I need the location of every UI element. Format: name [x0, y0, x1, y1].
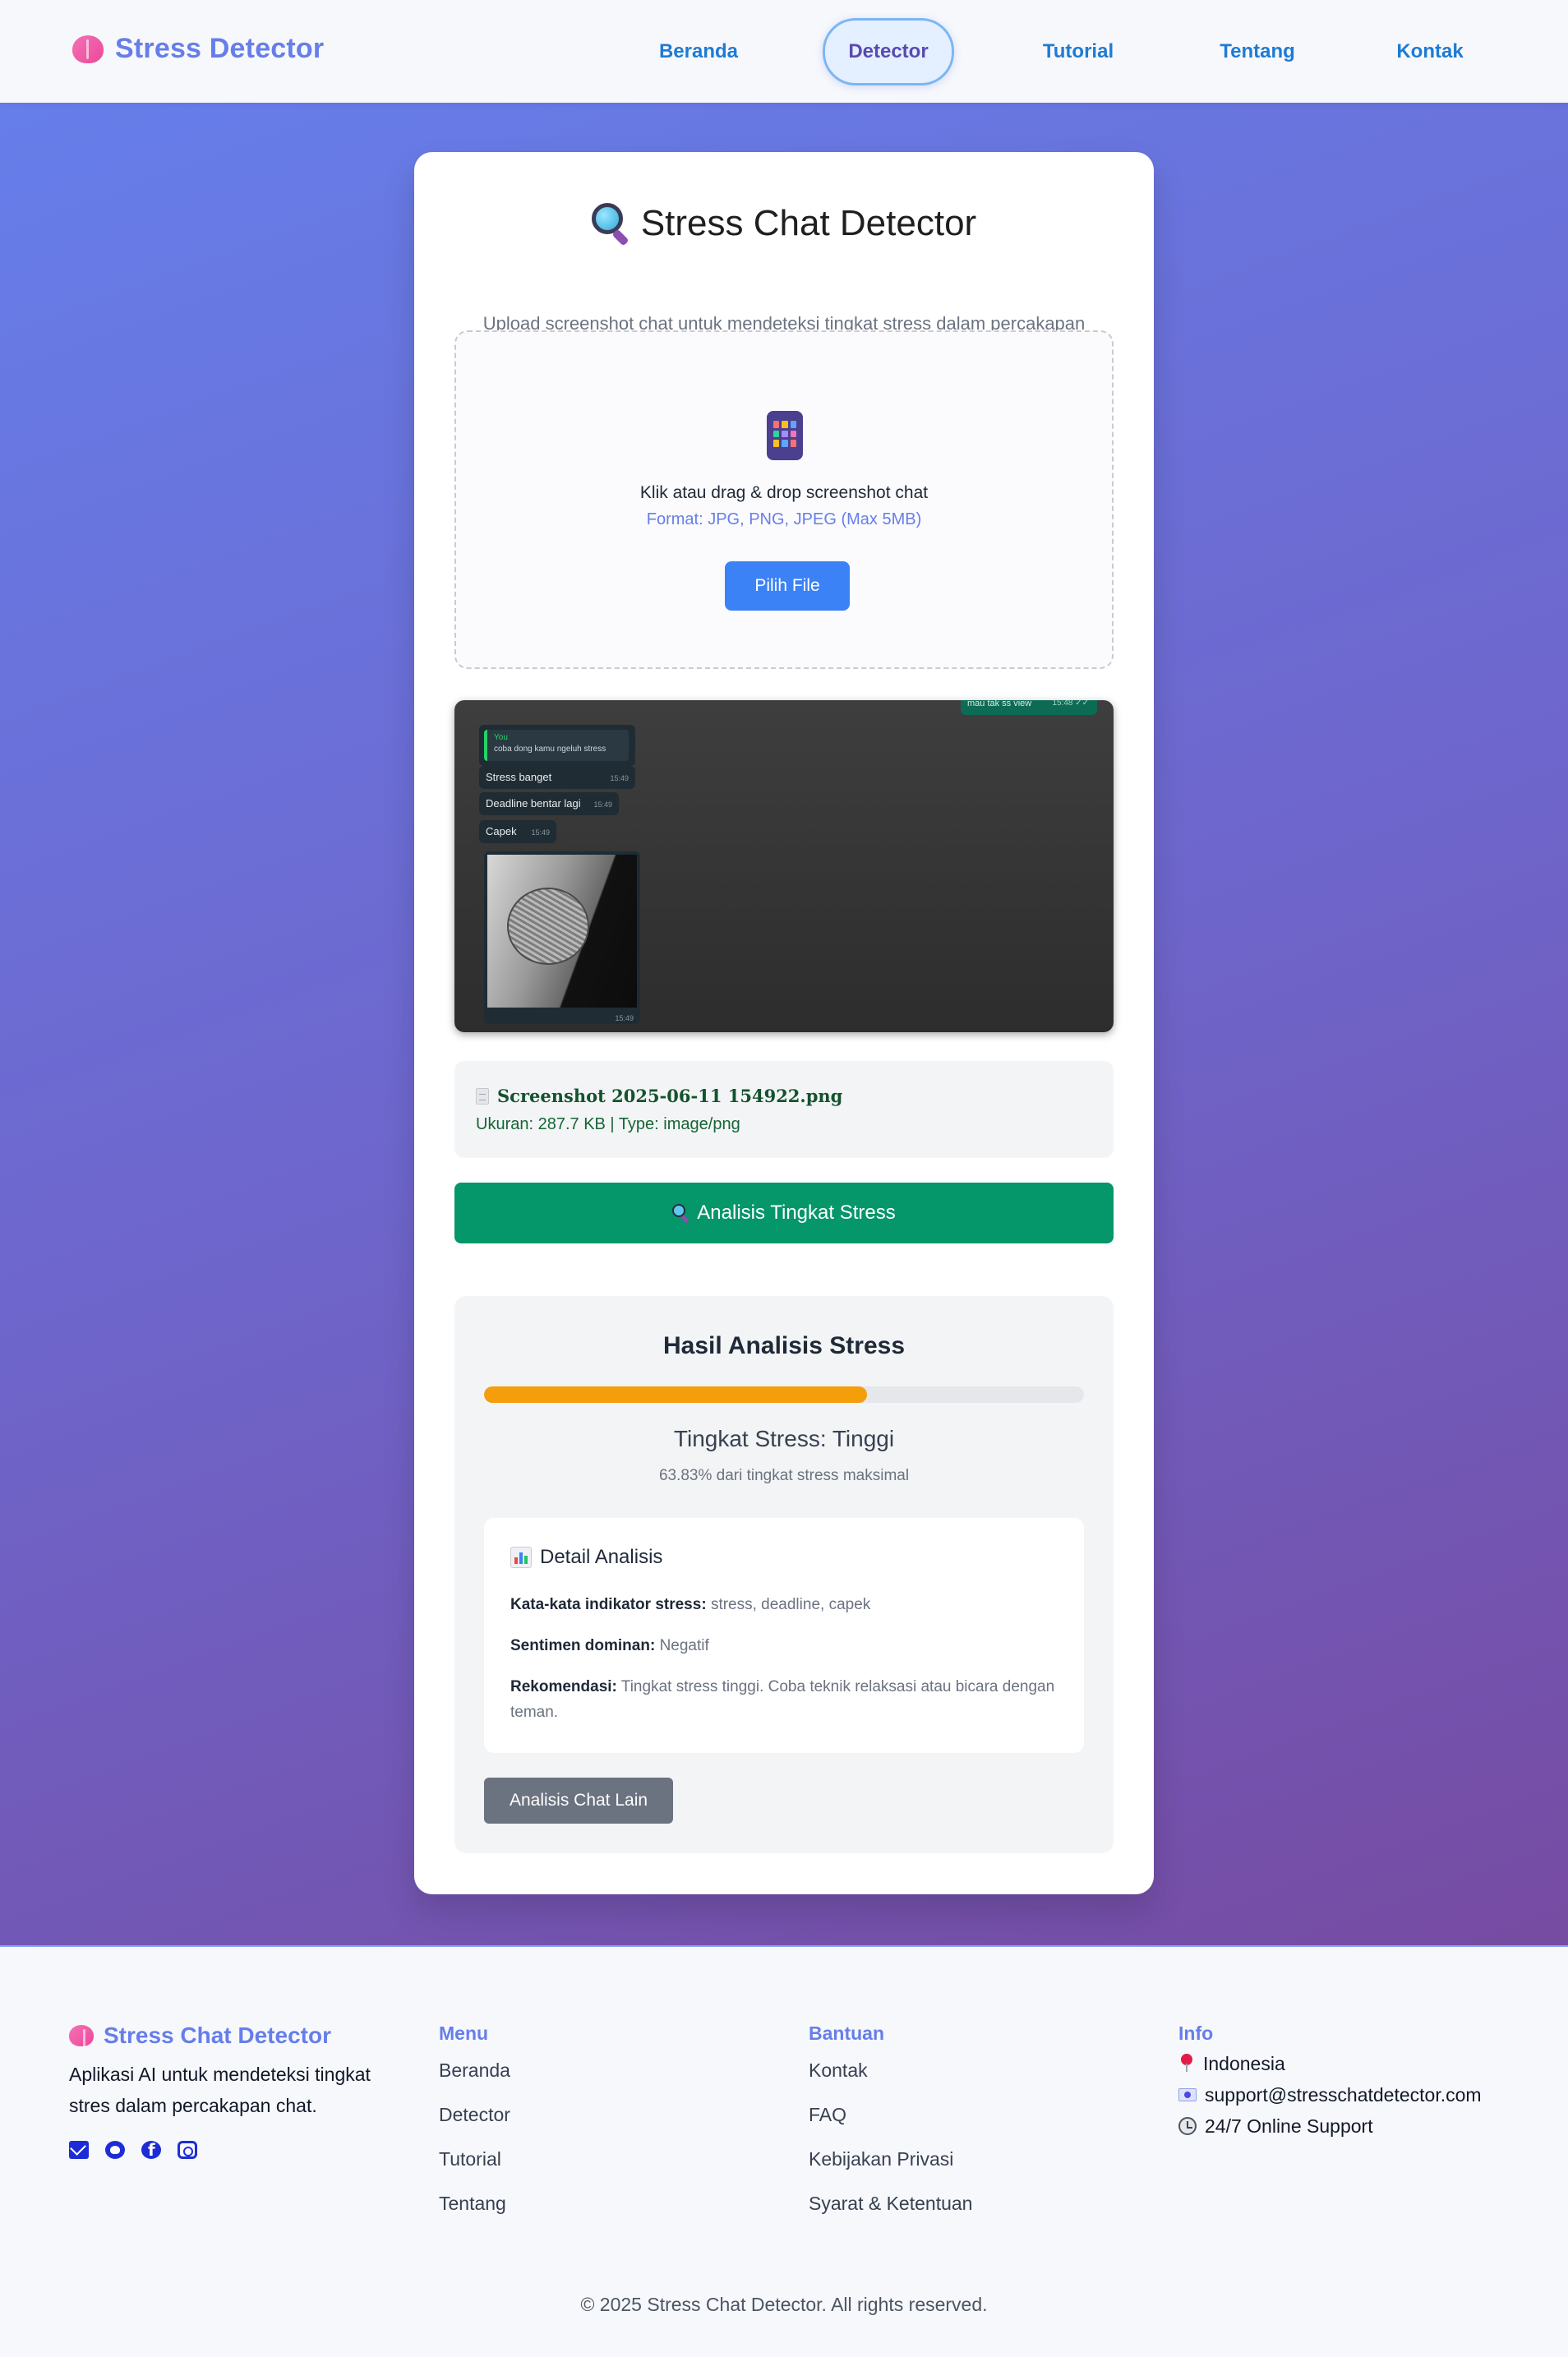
stress-level: Tingkat Stress: Tinggi [673, 1426, 895, 1451]
footer-link-tentang[interactable]: Tentang [439, 2181, 510, 2226]
stress-indicators-label: Kata-kata indikator stress: [510, 1596, 707, 1613]
map-pin-icon [1178, 2054, 1195, 2073]
magnifier-icon [591, 203, 630, 247]
document-icon [476, 1087, 489, 1105]
preview-message-time: 15:49 [531, 828, 550, 837]
dominant-sentiment: Sentimen dominan: Negatif [510, 1633, 1061, 1658]
github-icon[interactable] [105, 2141, 125, 2159]
footer-link-tutorial[interactable]: Tutorial [439, 2137, 510, 2181]
upload-dropzone[interactable]: Klik atau drag & drop screenshot chat Fo… [454, 330, 1114, 669]
preview-message-time: 15:49 [610, 774, 629, 782]
preview-message: Capek 15:49 [479, 820, 556, 843]
info-email-text[interactable]: support@stresschatdetector.com [1205, 2079, 1482, 2110]
brand[interactable]: Stress Detector [72, 33, 324, 65]
info-support: 24/7 Online Support [1178, 2110, 1482, 2142]
screenshot-preview: mau tak ss view 15:48 ✓✓ You coba dong k… [454, 700, 1114, 1032]
navbar: Stress Detector Beranda Detector Tutoria… [0, 0, 1568, 103]
footer-menu: Menu Beranda Detector Tutorial Tentang [439, 2023, 510, 2226]
analyze-button[interactable]: Analisis Tingkat Stress [454, 1183, 1114, 1243]
dominant-sentiment-label: Sentimen dominan: [510, 1637, 656, 1654]
stress-percentage: 63.83% dari tingkat stress maksimal [658, 1467, 910, 1484]
choose-file-button[interactable]: Pilih File [725, 561, 850, 611]
footer-link-terms[interactable]: Syarat & Ketentuan [809, 2181, 972, 2226]
footer-info: Info Indonesia support@stresschatdetecto… [1178, 2023, 1482, 2142]
info-email: support@stresschatdetector.com [1178, 2079, 1482, 2110]
file-info: Screenshot 2025-06-11 154922.png Ukuran:… [454, 1061, 1114, 1158]
result-title: Hasil Analisis Stress [662, 1332, 906, 1359]
footer-link-kontak[interactable]: Kontak [809, 2048, 972, 2092]
facebook-icon[interactable] [141, 2140, 161, 2160]
info-support-text: 24/7 Online Support [1205, 2115, 1373, 2137]
preview-message-time: 15:49 [593, 800, 612, 809]
preview-top-bubble: mau tak ss view 15:48 ✓✓ [961, 700, 1097, 715]
phone-icon [767, 411, 803, 460]
envelope-icon[interactable] [69, 2141, 89, 2159]
footer-link-detector[interactable]: Detector [439, 2092, 510, 2137]
clock-icon [1178, 2117, 1197, 2135]
analysis-detail: Detail Analisis Kata-kata indikator stre… [484, 1518, 1084, 1753]
footer-link-faq[interactable]: FAQ [809, 2092, 972, 2137]
recommendation-label: Rekomendasi: [510, 1678, 617, 1695]
brain-icon [69, 2025, 94, 2049]
preview-message: Stress banget 15:49 [479, 766, 635, 789]
preview-message-text: Deadline bentar lagi [486, 797, 581, 809]
instagram-icon[interactable] [178, 2141, 197, 2159]
footer-brand: Stress Chat Detector [104, 2023, 331, 2048]
preview-top-time: 15:48 ✓✓ [1052, 700, 1089, 708]
analyze-another-button[interactable]: Analisis Chat Lain [484, 1778, 673, 1824]
hero-section: Stress Chat Detector Upload screenshot c… [0, 103, 1568, 1945]
footer-menu-title: Menu [439, 2023, 489, 2044]
preview-message: Deadline bentar lagi 15:49 [479, 792, 619, 815]
nav-item-detector[interactable]: Detector [823, 18, 954, 85]
result-panel: Hasil Analisis Stress Tingkat Stress: Ti… [454, 1296, 1114, 1853]
file-name: Screenshot 2025-06-11 154922.png [497, 1086, 843, 1106]
bar-chart-icon [510, 1547, 532, 1568]
footer-info-title: Info [1178, 2023, 1214, 2044]
info-location: Indonesia [1178, 2048, 1482, 2079]
copyright: © 2025 Stress Chat Detector. All rights … [580, 2294, 988, 2315]
preview-top-text: mau tak ss view [967, 700, 1032, 708]
footer: Stress Chat Detector Aplikasi AI untuk m… [0, 1945, 1568, 2357]
preview-image-time: 15:49 [615, 1014, 634, 1022]
nav-item-tutorial[interactable]: Tutorial [1031, 18, 1126, 85]
file-meta: Ukuran: 287.7 KB | Type: image/png [476, 1115, 740, 1133]
card-title: Stress Chat Detector [640, 203, 977, 243]
detail-title: Detail Analisis [540, 1546, 663, 1568]
preview-message-text: Capek [486, 825, 517, 837]
detector-card: Stress Chat Detector Upload screenshot c… [414, 152, 1154, 1894]
nav-item-tentang[interactable]: Tentang [1211, 18, 1303, 85]
footer-description: Aplikasi AI untuk mendeteksi tingkat str… [69, 2064, 371, 2116]
footer-about: Stress Chat Detector Aplikasi AI untuk m… [69, 2023, 398, 2160]
email-icon [1178, 2088, 1197, 2101]
analyze-button-label: Analisis Tingkat Stress [697, 1202, 896, 1224]
preview-reply-bubble: You coba dong kamu ngeluh stress [479, 725, 635, 766]
preview-reply-text: coba dong kamu ngeluh stress [494, 745, 606, 754]
recommendation: Rekomendasi: Tingkat stress tinggi. Coba… [510, 1674, 1061, 1725]
footer-link-beranda[interactable]: Beranda [439, 2048, 510, 2092]
nav-item-kontak[interactable]: Kontak [1389, 18, 1471, 85]
preview-message-text: Stress banget [486, 771, 552, 783]
brand-title: Stress Detector [115, 33, 325, 64]
social-links [69, 2140, 398, 2160]
stress-progress-fill [484, 1386, 867, 1403]
footer-help: Bantuan Kontak FAQ Kebijakan Privasi Sya… [809, 2023, 972, 2226]
footer-link-privacy[interactable]: Kebijakan Privasi [809, 2137, 972, 2181]
preview-manga-image [487, 855, 637, 1008]
upload-instruction: Klik atau drag & drop screenshot chat [639, 483, 929, 502]
brain-icon [72, 35, 104, 63]
upload-format-hint: Format: JPG, PNG, JPEG (Max 5MB) [646, 510, 922, 528]
footer-help-title: Bantuan [809, 2023, 884, 2044]
stress-indicators-value: stress, deadline, capek [710, 1596, 871, 1613]
preview-image-bubble: 15:49 [484, 851, 640, 1024]
preview-reply-author: You [494, 733, 508, 742]
nav-item-beranda[interactable]: Beranda [649, 18, 748, 85]
stress-progress-bar [484, 1386, 1084, 1403]
magnifier-icon [672, 1204, 689, 1224]
info-location-text: Indonesia [1203, 2053, 1285, 2074]
stress-indicators: Kata-kata indikator stress: stress, dead… [510, 1592, 1061, 1617]
card-title-row: Stress Chat Detector [414, 203, 1154, 247]
dominant-sentiment-value: Negatif [659, 1637, 709, 1654]
main-nav: Beranda Detector Tutorial Tentang Kontak [625, 18, 1496, 85]
